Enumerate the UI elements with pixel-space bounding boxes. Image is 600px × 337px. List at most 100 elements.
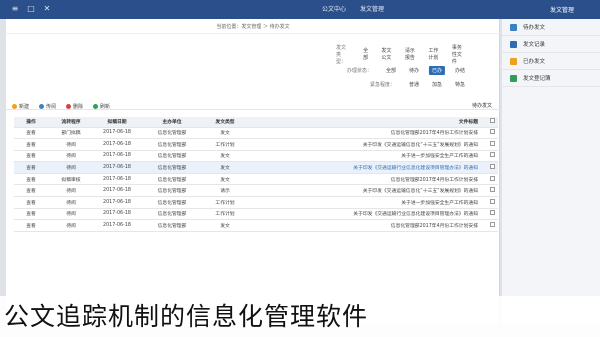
col-select[interactable] (486, 117, 498, 128)
row-select-cell[interactable] (486, 219, 498, 232)
title-cell[interactable]: 关于印发《交通运输信息化“十三五”发展规划》的通知 (246, 138, 486, 151)
date-cell: 2017-06-18 (94, 127, 140, 140)
table-row[interactable]: 查看 待阅 2017-06-18 信息化管理部 工作计划 关于进一步加强安全生产工作的通知 (14, 196, 498, 209)
filter-chip[interactable]: 全部 (360, 46, 371, 62)
close-icon[interactable]: ✕ (42, 4, 52, 14)
row-checkbox[interactable] (489, 222, 495, 228)
filter-chip[interactable]: 工作计划 (425, 46, 442, 62)
row-select-cell[interactable] (486, 161, 498, 174)
type-cell: 请示 (204, 184, 246, 198)
sidebar-item-label: 发文登记簿 (523, 76, 551, 82)
maximize-icon[interactable]: □ (26, 4, 36, 14)
unit-cell: 信息化管理部 (140, 161, 204, 174)
title-cell[interactable]: 信息化管理部2017年4月份工作计划安排 (246, 219, 486, 232)
action-cell[interactable]: 查看 (14, 138, 48, 151)
refresh-label: 刷新 (100, 104, 111, 110)
menu-icon[interactable]: ≡ (10, 4, 20, 14)
filter-chip[interactable]: 特急 (452, 80, 468, 89)
row-checkbox[interactable] (489, 198, 495, 204)
filter-chip[interactable]: 普通 (406, 80, 422, 89)
unit-cell: 信息化管理部 (140, 127, 204, 140)
row-checkbox[interactable] (489, 152, 495, 158)
filter-chip-active[interactable]: 已办 (428, 65, 445, 75)
title-cell[interactable]: 信息化管理部2017年4月份工作计划安排 (246, 127, 486, 140)
process-cell: 待阅 (48, 184, 94, 198)
filter-chip[interactable]: 请示报告 (402, 46, 419, 62)
row-checkbox[interactable] (489, 175, 495, 181)
table-row[interactable]: 查看 待阅 2017-06-18 信息化管理部 工作计划 关于印发《交通运输行业信息化建设… (14, 208, 498, 221)
row-checkbox[interactable] (489, 129, 495, 135)
sidebar-item-label: 发文记录 (523, 42, 546, 48)
row-select-cell[interactable] (486, 127, 498, 140)
tab-document-center[interactable]: 公文中心 (322, 4, 346, 13)
title-cell[interactable]: 关于印发《交通运输行业信息化建设项目管理办法》的通知 (246, 208, 486, 221)
sidebar-item[interactable]: 发文登记簿 (502, 70, 600, 87)
date-cell: 2017-06-18 (94, 208, 140, 221)
circulate-icon (39, 104, 45, 109)
table-row[interactable]: 查看 待阅 2017-06-18 信息化管理部 发文 信息化管理部2017年4月份工作计划… (14, 219, 498, 232)
table-row[interactable]: 查看 待阅 2017-06-18 信息化管理部 工作计划 关于印发《交通运输信息化“十三五… (14, 138, 498, 151)
row-select-cell[interactable] (486, 196, 498, 209)
col-type: 发文类型 (204, 117, 246, 128)
date-cell: 2017-06-18 (94, 184, 140, 198)
process-cell: 待阅 (48, 161, 94, 174)
select-all-checkbox[interactable] (489, 118, 495, 124)
filter-status: 办理状态： 全部 待办 已办 办结 (347, 64, 468, 76)
table-row[interactable]: 查看 待阅 2017-06-18 信息化管理部 请示 关于印发《交通运输信息化“十三五”发… (14, 184, 498, 198)
row-checkbox[interactable] (489, 164, 495, 170)
title-cell[interactable]: 关于进一步加强安全生产工作的通知 (246, 150, 486, 163)
process-cell: 待阅 (48, 150, 94, 163)
type-cell: 工作计划 (204, 196, 246, 209)
circulate-button[interactable]: 传阅 (39, 103, 56, 110)
table-row[interactable]: 查看 待阅 2017-06-18 信息化管理部 发文 关于进一步加强安全生产工作的通知 (14, 150, 498, 163)
document-table: 操作 流转程序 拟稿日期 主办单位 发文类型 文件标题 查看 部门拟稿 2017-0… (14, 117, 498, 232)
row-checkbox[interactable] (489, 187, 495, 193)
row-checkbox[interactable] (489, 140, 495, 146)
action-cell[interactable]: 查看 (14, 196, 48, 209)
filter-chip[interactable]: 全部 (383, 66, 399, 75)
col-process: 流转程序 (48, 117, 94, 128)
filter-chip[interactable]: 待办 (406, 66, 422, 75)
sidebar-item[interactable]: 已办发文 (502, 53, 600, 70)
sidebar-item[interactable]: 发文记录 (502, 36, 600, 53)
unit-cell: 信息化管理部 (140, 196, 204, 209)
table-row[interactable]: 查看 拟稿审核 2017-06-18 信息化管理部 发文 信息化管理部2017年4月份工作… (14, 173, 498, 186)
row-select-cell[interactable] (486, 150, 498, 163)
table-row[interactable]: 查看 部门拟稿 2017-06-18 信息化管理部 发文 信息化管理部2017年4月份工作… (14, 127, 498, 140)
row-select-cell[interactable] (486, 208, 498, 221)
row-select-cell[interactable] (486, 173, 498, 186)
title-cell[interactable]: 关于印发《交通运输行业信息化建设项目管理办法》的通知 (246, 161, 486, 174)
filter-chip[interactable]: 发文公文 (378, 46, 395, 62)
action-cell[interactable]: 查看 (14, 127, 48, 140)
row-checkbox[interactable] (489, 210, 495, 216)
title-cell[interactable]: 关于进一步加强安全生产工作的通知 (246, 196, 486, 209)
row-select-cell[interactable] (486, 184, 498, 198)
breadcrumb: 当前位置：发文管理 ＞ 待办发文 (6, 21, 500, 34)
action-cell[interactable]: 查看 (14, 219, 48, 232)
filter-chip[interactable]: 事务性文件 (449, 43, 468, 66)
sidebar-item[interactable]: 待办发文 (502, 19, 600, 36)
row-select-cell[interactable] (486, 138, 498, 151)
app-title: 发文管理 (549, 7, 574, 14)
document-icon (510, 74, 517, 82)
filter-chip[interactable]: 办结 (452, 66, 468, 75)
action-cell[interactable]: 查看 (14, 173, 48, 186)
table-row[interactable]: 查看 待阅 2017-06-18 信息化管理部 发文 关于印发《交通运输行业信息化建设项目… (14, 161, 498, 174)
action-cell[interactable]: 查看 (14, 208, 48, 221)
action-cell[interactable]: 查看 (14, 184, 48, 198)
tab-dispatch[interactable]: 发文管理 (360, 4, 384, 13)
process-cell: 部门拟稿 (48, 127, 94, 140)
delete-label: 删除 (73, 104, 84, 110)
new-button[interactable]: 新建 (12, 103, 29, 110)
title-cell[interactable]: 关于印发《交通运输信息化“十三五”发展规划》的通知 (246, 184, 486, 198)
title-cell[interactable]: 信息化管理部2017年4月份工作计划安排 (246, 173, 486, 186)
process-cell: 待阅 (48, 219, 94, 232)
filter-chip[interactable]: 加急 (429, 80, 445, 89)
circulate-label: 传阅 (46, 104, 57, 110)
action-cell[interactable]: 查看 (14, 161, 48, 174)
delete-button[interactable]: 删除 (66, 103, 83, 110)
delete-icon (66, 104, 72, 109)
action-cell[interactable]: 查看 (14, 150, 48, 163)
refresh-button[interactable]: 刷新 (93, 103, 110, 110)
process-cell: 待阅 (48, 138, 94, 151)
